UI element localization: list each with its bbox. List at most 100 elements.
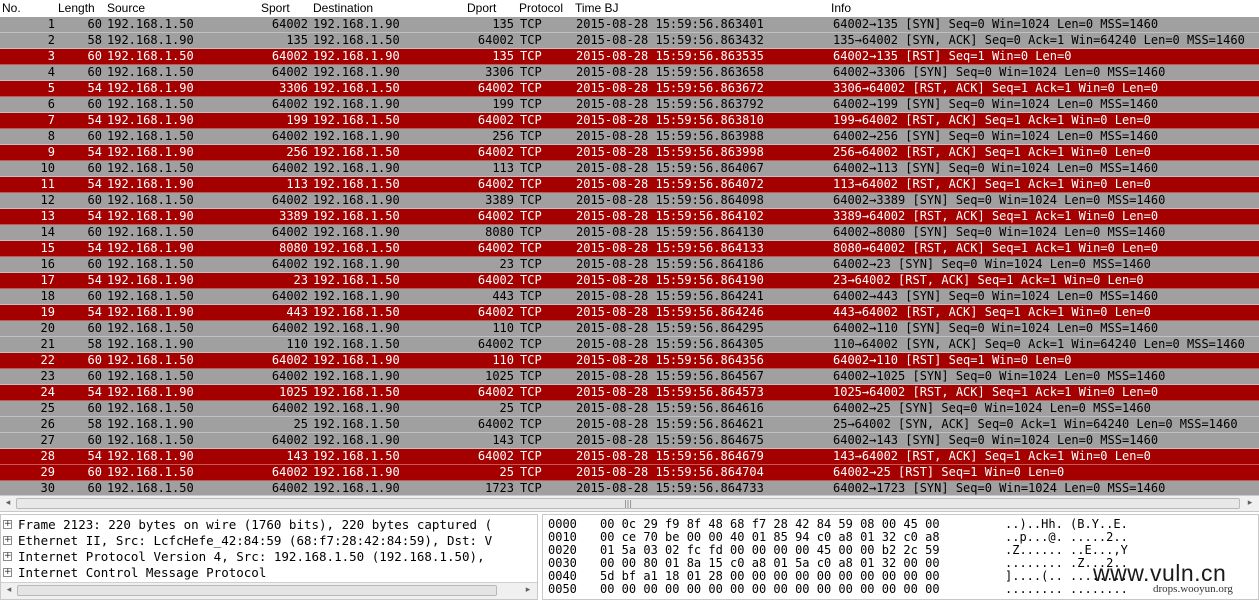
packet-row[interactable]: 2 58 192.168.1.90 135 192.168.1.50 64002 TCP 20… bbox=[0, 33, 1259, 49]
packet-row[interactable]: 1 60 192.168.1.50 64002 192.168.1.90 135 TCP 20… bbox=[0, 17, 1259, 33]
packet-cell-proto: TCP bbox=[520, 177, 542, 191]
packet-row[interactable]: 24 54 192.168.1.90 1025 192.168.1.50 64002 TCP… bbox=[0, 385, 1259, 401]
scroll-right-arrow-icon[interactable]: ▸ bbox=[521, 584, 535, 597]
packet-row[interactable]: 15 54 192.168.1.90 8080 192.168.1.50 64002 TCP… bbox=[0, 241, 1259, 257]
packet-cell-info: 64002→143 [SYN] Seq=0 Win=1024 Len=0 MSS… bbox=[833, 433, 1159, 447]
packet-cell-no: 25 bbox=[40, 401, 55, 415]
packet-row[interactable]: 12 60 192.168.1.50 64002 192.168.1.90 3389 TCP… bbox=[0, 193, 1259, 209]
detail-tree-item-icmp[interactable]: + Internet Control Message Protocol bbox=[3, 565, 535, 581]
packet-cell-time: 2015-08-28 15:59:56.864246 bbox=[576, 305, 764, 319]
packet-row[interactable]: 20 60 192.168.1.50 64002 192.168.1.90 110 TCP 2… bbox=[0, 321, 1259, 337]
scroll-left-arrow-icon[interactable]: ◂ bbox=[1, 497, 15, 510]
packet-row[interactable]: 11 54 192.168.1.90 113 192.168.1.50 64002 TCP 2… bbox=[0, 177, 1259, 193]
packet-row[interactable]: 19 54 192.168.1.90 443 192.168.1.50 64002 TCP 2… bbox=[0, 305, 1259, 321]
packet-cell-info: 64002→110 [SYN] Seq=0 Win=1024 Len=0 MSS… bbox=[833, 321, 1159, 335]
packet-row[interactable]: 6 60 192.168.1.50 64002 192.168.1.90 199 TCP 20… bbox=[0, 97, 1259, 113]
packet-cell-src: 192.168.1.50 bbox=[107, 49, 194, 63]
expand-icon[interactable]: + bbox=[3, 536, 12, 545]
packet-cell-proto: TCP bbox=[520, 257, 542, 271]
packet-row[interactable]: 4 60 192.168.1.50 64002 192.168.1.90 3306 TCP 2… bbox=[0, 65, 1259, 81]
packet-cell-sport: 64002 bbox=[271, 129, 308, 143]
details-horizontal-scrollbar[interactable]: ◂ ▸ bbox=[1, 582, 537, 599]
scrollbar-thumb[interactable] bbox=[17, 585, 497, 596]
packet-row[interactable]: 21 58 192.168.1.90 110 192.168.1.50 64002 TCP 2… bbox=[0, 337, 1259, 353]
packet-cell-dport: 1025 bbox=[485, 369, 514, 383]
packet-cell-src: 192.168.1.90 bbox=[107, 113, 194, 127]
column-header-no[interactable]: No. bbox=[2, 1, 21, 15]
packet-cell-info: 64002→199 [SYN] Seq=0 Win=1024 Len=0 MSS… bbox=[833, 97, 1159, 111]
column-header-info[interactable]: Info bbox=[831, 1, 851, 15]
packet-cell-dst: 192.168.1.90 bbox=[313, 17, 400, 31]
packet-cell-src: 192.168.1.90 bbox=[107, 273, 194, 287]
packet-row[interactable]: 7 54 192.168.1.90 199 192.168.1.50 64002 TCP 20… bbox=[0, 113, 1259, 129]
packet-cell-src: 192.168.1.50 bbox=[107, 321, 194, 335]
packet-cell-time: 2015-08-28 15:59:56.864621 bbox=[576, 417, 764, 431]
packet-row[interactable]: 16 60 192.168.1.50 64002 192.168.1.90 23 TCP 20… bbox=[0, 257, 1259, 273]
column-header-source[interactable]: Source bbox=[107, 1, 145, 15]
packet-cell-info: 256→64002 [RST, ACK] Seq=1 Ack=1 Win=0 L… bbox=[833, 145, 1151, 159]
packet-cell-dst: 192.168.1.50 bbox=[313, 145, 400, 159]
scroll-left-arrow-icon[interactable]: ◂ bbox=[2, 584, 16, 597]
detail-tree-item-ipv4[interactable]: + Internet Protocol Version 4, Src: 192.1… bbox=[3, 549, 535, 565]
packet-cell-no: 29 bbox=[40, 465, 55, 479]
packet-row[interactable]: 30 60 192.168.1.50 64002 192.168.1.90 1723 TCP… bbox=[0, 481, 1259, 495]
packet-cell-info: 64002→8080 [SYN] Seq=0 Win=1024 Len=0 MS… bbox=[833, 225, 1166, 239]
packet-row[interactable]: 29 60 192.168.1.50 64002 192.168.1.90 25 TCP 20… bbox=[0, 465, 1259, 481]
detail-text: Internet Control Message Protocol bbox=[18, 565, 267, 580]
packet-cell-src: 192.168.1.50 bbox=[107, 193, 194, 207]
packet-list-horizontal-scrollbar[interactable]: ◂ ||| ▸ bbox=[0, 495, 1259, 512]
packet-row[interactable]: 10 60 192.168.1.50 64002 192.168.1.90 113 TCP 2… bbox=[0, 161, 1259, 177]
packet-cell-proto: TCP bbox=[520, 417, 542, 431]
packet-row[interactable]: 9 54 192.168.1.90 256 192.168.1.50 64002 TCP 20… bbox=[0, 145, 1259, 161]
packet-cell-sport: 64002 bbox=[271, 49, 308, 63]
packet-cell-no: 15 bbox=[40, 241, 55, 255]
packet-cell-src: 192.168.1.50 bbox=[107, 225, 194, 239]
packet-cell-len: 60 bbox=[87, 257, 102, 271]
scrollbar-thumb[interactable]: ||| bbox=[16, 498, 1240, 509]
packet-cell-time: 2015-08-28 15:59:56.864305 bbox=[576, 337, 764, 351]
packet-cell-dst: 192.168.1.90 bbox=[313, 193, 400, 207]
packet-row[interactable]: 17 54 192.168.1.90 23 192.168.1.50 64002 TCP 20… bbox=[0, 273, 1259, 289]
packet-cell-dport: 8080 bbox=[485, 225, 514, 239]
column-header-destination[interactable]: Destination bbox=[313, 1, 373, 15]
packet-cell-no: 20 bbox=[40, 321, 55, 335]
packet-cell-info: 64002→1025 [SYN] Seq=0 Win=1024 Len=0 MS… bbox=[833, 369, 1166, 383]
packet-row[interactable]: 18 60 192.168.1.50 64002 192.168.1.90 443 TCP 2… bbox=[0, 289, 1259, 305]
packet-cell-len: 54 bbox=[87, 113, 102, 127]
packet-cell-no: 24 bbox=[40, 385, 55, 399]
packet-row[interactable]: 8 60 192.168.1.50 64002 192.168.1.90 256 TCP 20… bbox=[0, 129, 1259, 145]
packet-row[interactable]: 27 60 192.168.1.50 64002 192.168.1.90 143 TCP 2… bbox=[0, 433, 1259, 449]
packet-row[interactable]: 25 60 192.168.1.50 64002 192.168.1.90 25 TCP 20… bbox=[0, 401, 1259, 417]
expand-icon[interactable]: + bbox=[3, 568, 12, 577]
packet-row[interactable]: 14 60 192.168.1.50 64002 192.168.1.90 8080 TCP… bbox=[0, 225, 1259, 241]
detail-tree-item-ethernet[interactable]: + Ethernet II, Src: LcfcHefe_42:84:59 (68… bbox=[3, 533, 535, 549]
packet-cell-dst: 192.168.1.50 bbox=[313, 81, 400, 95]
column-header-dport[interactable]: Dport bbox=[467, 1, 496, 15]
column-header-time[interactable]: Time BJ bbox=[575, 1, 619, 15]
packet-cell-sport: 135 bbox=[286, 33, 308, 47]
packet-cell-dport: 110 bbox=[492, 353, 514, 367]
column-header-sport[interactable]: Sport bbox=[261, 1, 290, 15]
scroll-right-arrow-icon[interactable]: ▸ bbox=[1243, 497, 1257, 510]
packet-cell-dport: 64002 bbox=[477, 209, 514, 223]
packet-cell-src: 192.168.1.50 bbox=[107, 481, 194, 495]
packet-row[interactable]: 28 54 192.168.1.90 143 192.168.1.50 64002 TCP 2… bbox=[0, 449, 1259, 465]
packet-row[interactable]: 13 54 192.168.1.90 3389 192.168.1.50 64002 TCP… bbox=[0, 209, 1259, 225]
expand-icon[interactable]: + bbox=[3, 552, 12, 561]
column-header-protocol[interactable]: Protocol bbox=[519, 1, 563, 15]
packet-cell-len: 60 bbox=[87, 369, 102, 383]
expand-icon[interactable]: + bbox=[3, 520, 12, 529]
packet-cell-time: 2015-08-28 15:59:56.864733 bbox=[576, 481, 764, 495]
packet-row[interactable]: 3 60 192.168.1.50 64002 192.168.1.90 135 TCP 20… bbox=[0, 49, 1259, 65]
packet-cell-no: 1 bbox=[47, 17, 55, 31]
packet-row[interactable]: 5 54 192.168.1.90 3306 192.168.1.50 64002 TCP 2… bbox=[0, 81, 1259, 97]
packet-cell-len: 60 bbox=[87, 193, 102, 207]
packet-row[interactable]: 26 58 192.168.1.90 25 192.168.1.50 64002 TCP 20… bbox=[0, 417, 1259, 433]
packet-cell-src: 192.168.1.50 bbox=[107, 257, 194, 271]
packet-cell-info: 64002→110 [RST] Seq=1 Win=0 Len=0 bbox=[833, 353, 1072, 367]
detail-tree-item-frame[interactable]: + Frame 2123: 220 bytes on wire (1760 bit… bbox=[3, 517, 535, 533]
column-header-length[interactable]: Length bbox=[58, 1, 95, 15]
packet-row[interactable]: 22 60 192.168.1.50 64002 192.168.1.90 110 TCP 2… bbox=[0, 353, 1259, 369]
detail-text: Frame 2123: 220 bytes on wire (1760 bits… bbox=[18, 517, 493, 532]
packet-row[interactable]: 23 60 192.168.1.50 64002 192.168.1.90 1025 TCP… bbox=[0, 369, 1259, 385]
